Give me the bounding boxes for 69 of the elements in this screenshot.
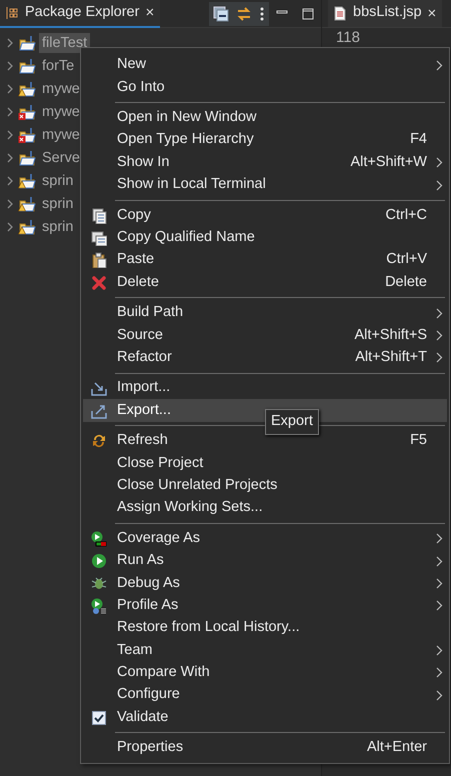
editor-tab[interactable]: bbsList.jsp × [328, 0, 442, 27]
menu-item[interactable]: New [83, 54, 447, 76]
refresh-icon [91, 433, 107, 450]
menu-item[interactable]: Show in Local Terminal [83, 174, 447, 196]
profile-icon [91, 598, 107, 614]
copy-icon [91, 230, 107, 246]
collapse-all-icon[interactable] [213, 6, 229, 22]
coverage-icon [91, 530, 107, 547]
menu-item[interactable]: Properties Alt+Enter [83, 736, 447, 760]
menu-item[interactable]: Copy Ctrl+C [83, 204, 447, 227]
project-folder-icon [18, 126, 36, 144]
menu-item[interactable]: Open Type Hierarchy F4 [83, 129, 447, 152]
menu-item[interactable]: Source Alt+Shift+S [83, 324, 447, 347]
menu-item[interactable]: Close Project [83, 452, 447, 475]
view-icon [6, 6, 18, 20]
export-icon [91, 402, 107, 419]
copy-icon [91, 208, 107, 224]
menu-item[interactable]: Restore from Local History... [83, 616, 447, 640]
menu-item[interactable]: Show In Alt+Shift+W [83, 152, 447, 174]
menu-item[interactable]: Open in New Window [83, 106, 447, 130]
close-button[interactable]: × [422, 6, 436, 20]
tree-item[interactable]: sprin [39, 194, 76, 214]
project-folder-icon [18, 218, 36, 236]
project-folder-icon [18, 172, 36, 190]
menu-item[interactable]: Coverage As [83, 527, 447, 550]
menu-item[interactable]: Run As [83, 550, 447, 572]
debug-icon [91, 575, 107, 592]
menu-item[interactable]: Configure [83, 684, 447, 707]
link-arrows-icon[interactable] [236, 6, 252, 22]
tree-item[interactable]: sprin [39, 171, 76, 191]
project-folder-icon [18, 104, 36, 120]
line-number: 118 [335, 28, 360, 45]
project-folder-icon [18, 58, 36, 74]
tree-item[interactable]: mywe [39, 125, 83, 145]
import-icon [91, 380, 107, 396]
menu-item[interactable]: Go Into [83, 76, 447, 99]
menu-item[interactable]: Assign Working Sets... [83, 497, 447, 520]
menu-item[interactable]: Debug As [83, 572, 447, 595]
explorer-tab[interactable]: Package Explorer × [0, 0, 160, 28]
close-button[interactable]: × [139, 5, 154, 20]
menu-item[interactable]: Copy Qualified Name [83, 226, 447, 250]
menu-item[interactable]: Team [83, 639, 447, 662]
tree-item[interactable]: sprin [39, 217, 76, 237]
project-folder-icon [18, 34, 36, 52]
project-folder-icon [18, 80, 36, 98]
menu-item[interactable]: Profile As [83, 594, 447, 617]
project-folder-icon [18, 150, 36, 166]
maximize-icon[interactable] [302, 8, 314, 20]
checkbox-icon[interactable] [92, 710, 106, 725]
tree-item[interactable]: mywe [39, 79, 83, 99]
tree-item[interactable]: fileTest [39, 33, 90, 53]
more-menu-icon[interactable] [259, 6, 265, 22]
tree-item[interactable]: Serve [39, 148, 83, 168]
menu-item[interactable]: Build Path [83, 302, 447, 324]
paste-icon [91, 252, 107, 268]
menu-item[interactable]: Compare With [83, 662, 447, 684]
file-icon [334, 6, 346, 20]
delete-icon [91, 274, 107, 291]
menu-item[interactable]: Delete Delete [83, 272, 447, 294]
menu-item[interactable]: Validate [83, 706, 447, 729]
menu-item[interactable]: Close Unrelated Projects [83, 474, 447, 498]
menu-item[interactable]: Refactor Alt+Shift+T [83, 346, 447, 370]
run-icon [91, 553, 107, 569]
tooltip: Export [265, 409, 319, 435]
menu-item[interactable]: Paste Ctrl+V [83, 249, 447, 272]
tree-item[interactable]: mywe [39, 102, 83, 122]
menu-item[interactable]: Import... [83, 377, 447, 400]
tree-item[interactable]: forTe [39, 56, 78, 76]
project-folder-icon [18, 196, 36, 212]
